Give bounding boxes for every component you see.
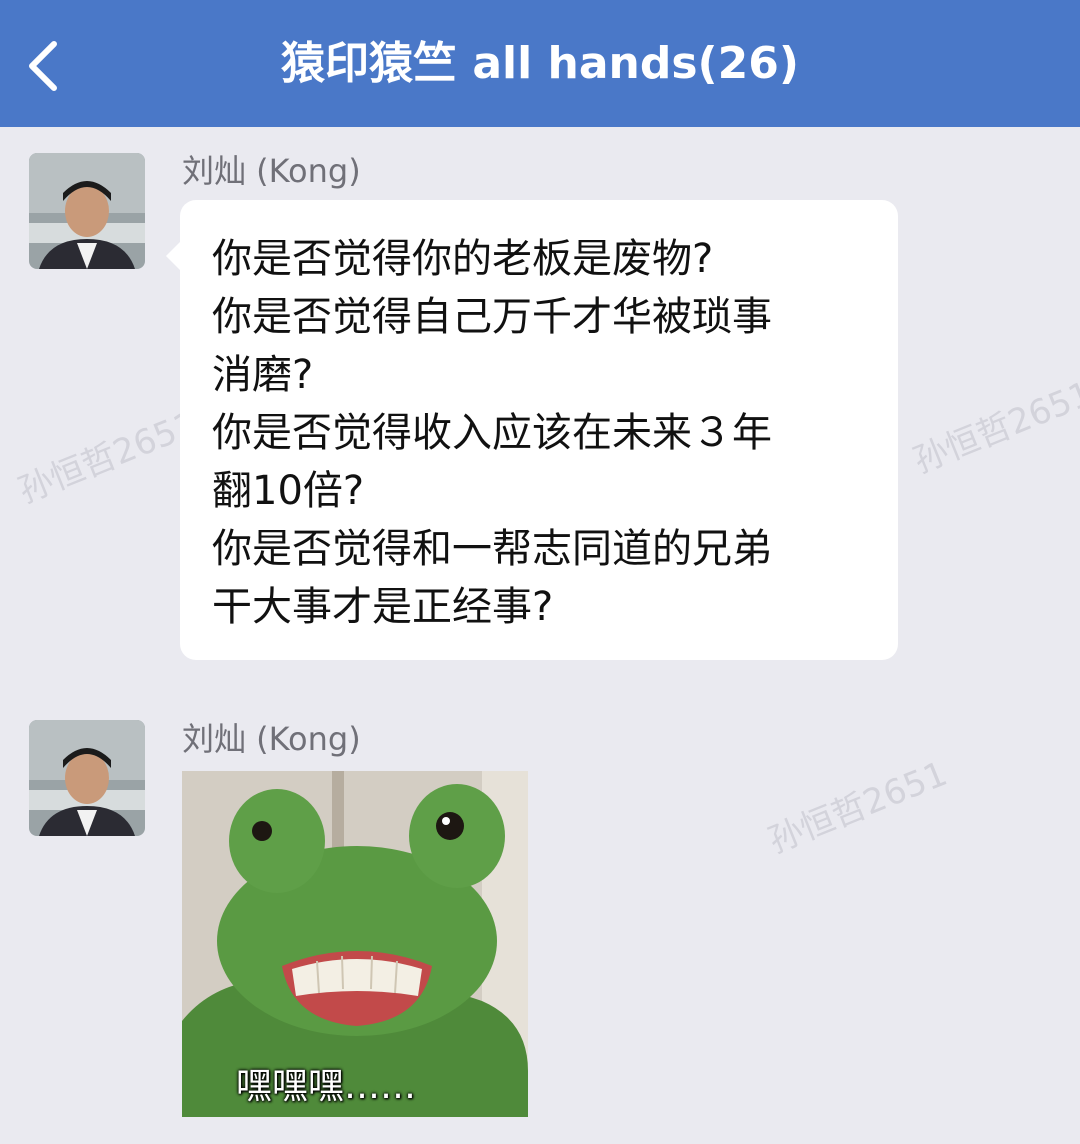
message-line: 翻10倍? <box>212 468 365 514</box>
message-line: 你是否觉得和一帮志同道的兄弟 <box>212 526 772 572</box>
message-bubble[interactable]: 你是否觉得你的老板是废物? 你是否觉得自己万千才华被琐事 消磨? 你是否觉得收入… <box>166 200 898 660</box>
message-list[interactable]: 孙恒哲2651 孙恒哲2651 孙恒哲2651 刘灿 (Kong) 你是否觉得你… <box>0 127 1080 1144</box>
sticker-image[interactable]: 嘿嘿嘿…… <box>182 771 528 1117</box>
message-line: 你是否觉得收入应该在未来３年 <box>212 410 772 456</box>
message-line: 你是否觉得自己万千才华被琐事 <box>212 294 772 340</box>
avatar-photo <box>29 153 145 269</box>
back-button[interactable] <box>14 26 74 102</box>
sender-avatar[interactable] <box>29 720 145 836</box>
sender-avatar[interactable] <box>29 153 145 269</box>
chat-header: 猿印猿竺 all hands(26) <box>0 0 1080 127</box>
message-line: 消磨? <box>212 352 314 398</box>
chevron-left-icon <box>29 41 57 91</box>
sticker-caption: 嘿嘿嘿…… <box>236 1066 417 1107</box>
sender-name: 刘灿 (Kong) <box>182 152 361 190</box>
chat-title: 猿印猿竺 all hands(26) <box>281 38 799 89</box>
avatar-photo <box>29 720 145 836</box>
sender-name: 刘灿 (Kong) <box>182 720 361 758</box>
watermark: 孙恒哲2651 <box>762 753 953 862</box>
message-line: 干大事才是正经事? <box>212 584 554 630</box>
watermark: 孙恒哲2651 <box>907 373 1080 482</box>
watermark: 孙恒哲2651 <box>12 403 203 512</box>
message-line: 你是否觉得你的老板是废物? <box>212 236 714 282</box>
